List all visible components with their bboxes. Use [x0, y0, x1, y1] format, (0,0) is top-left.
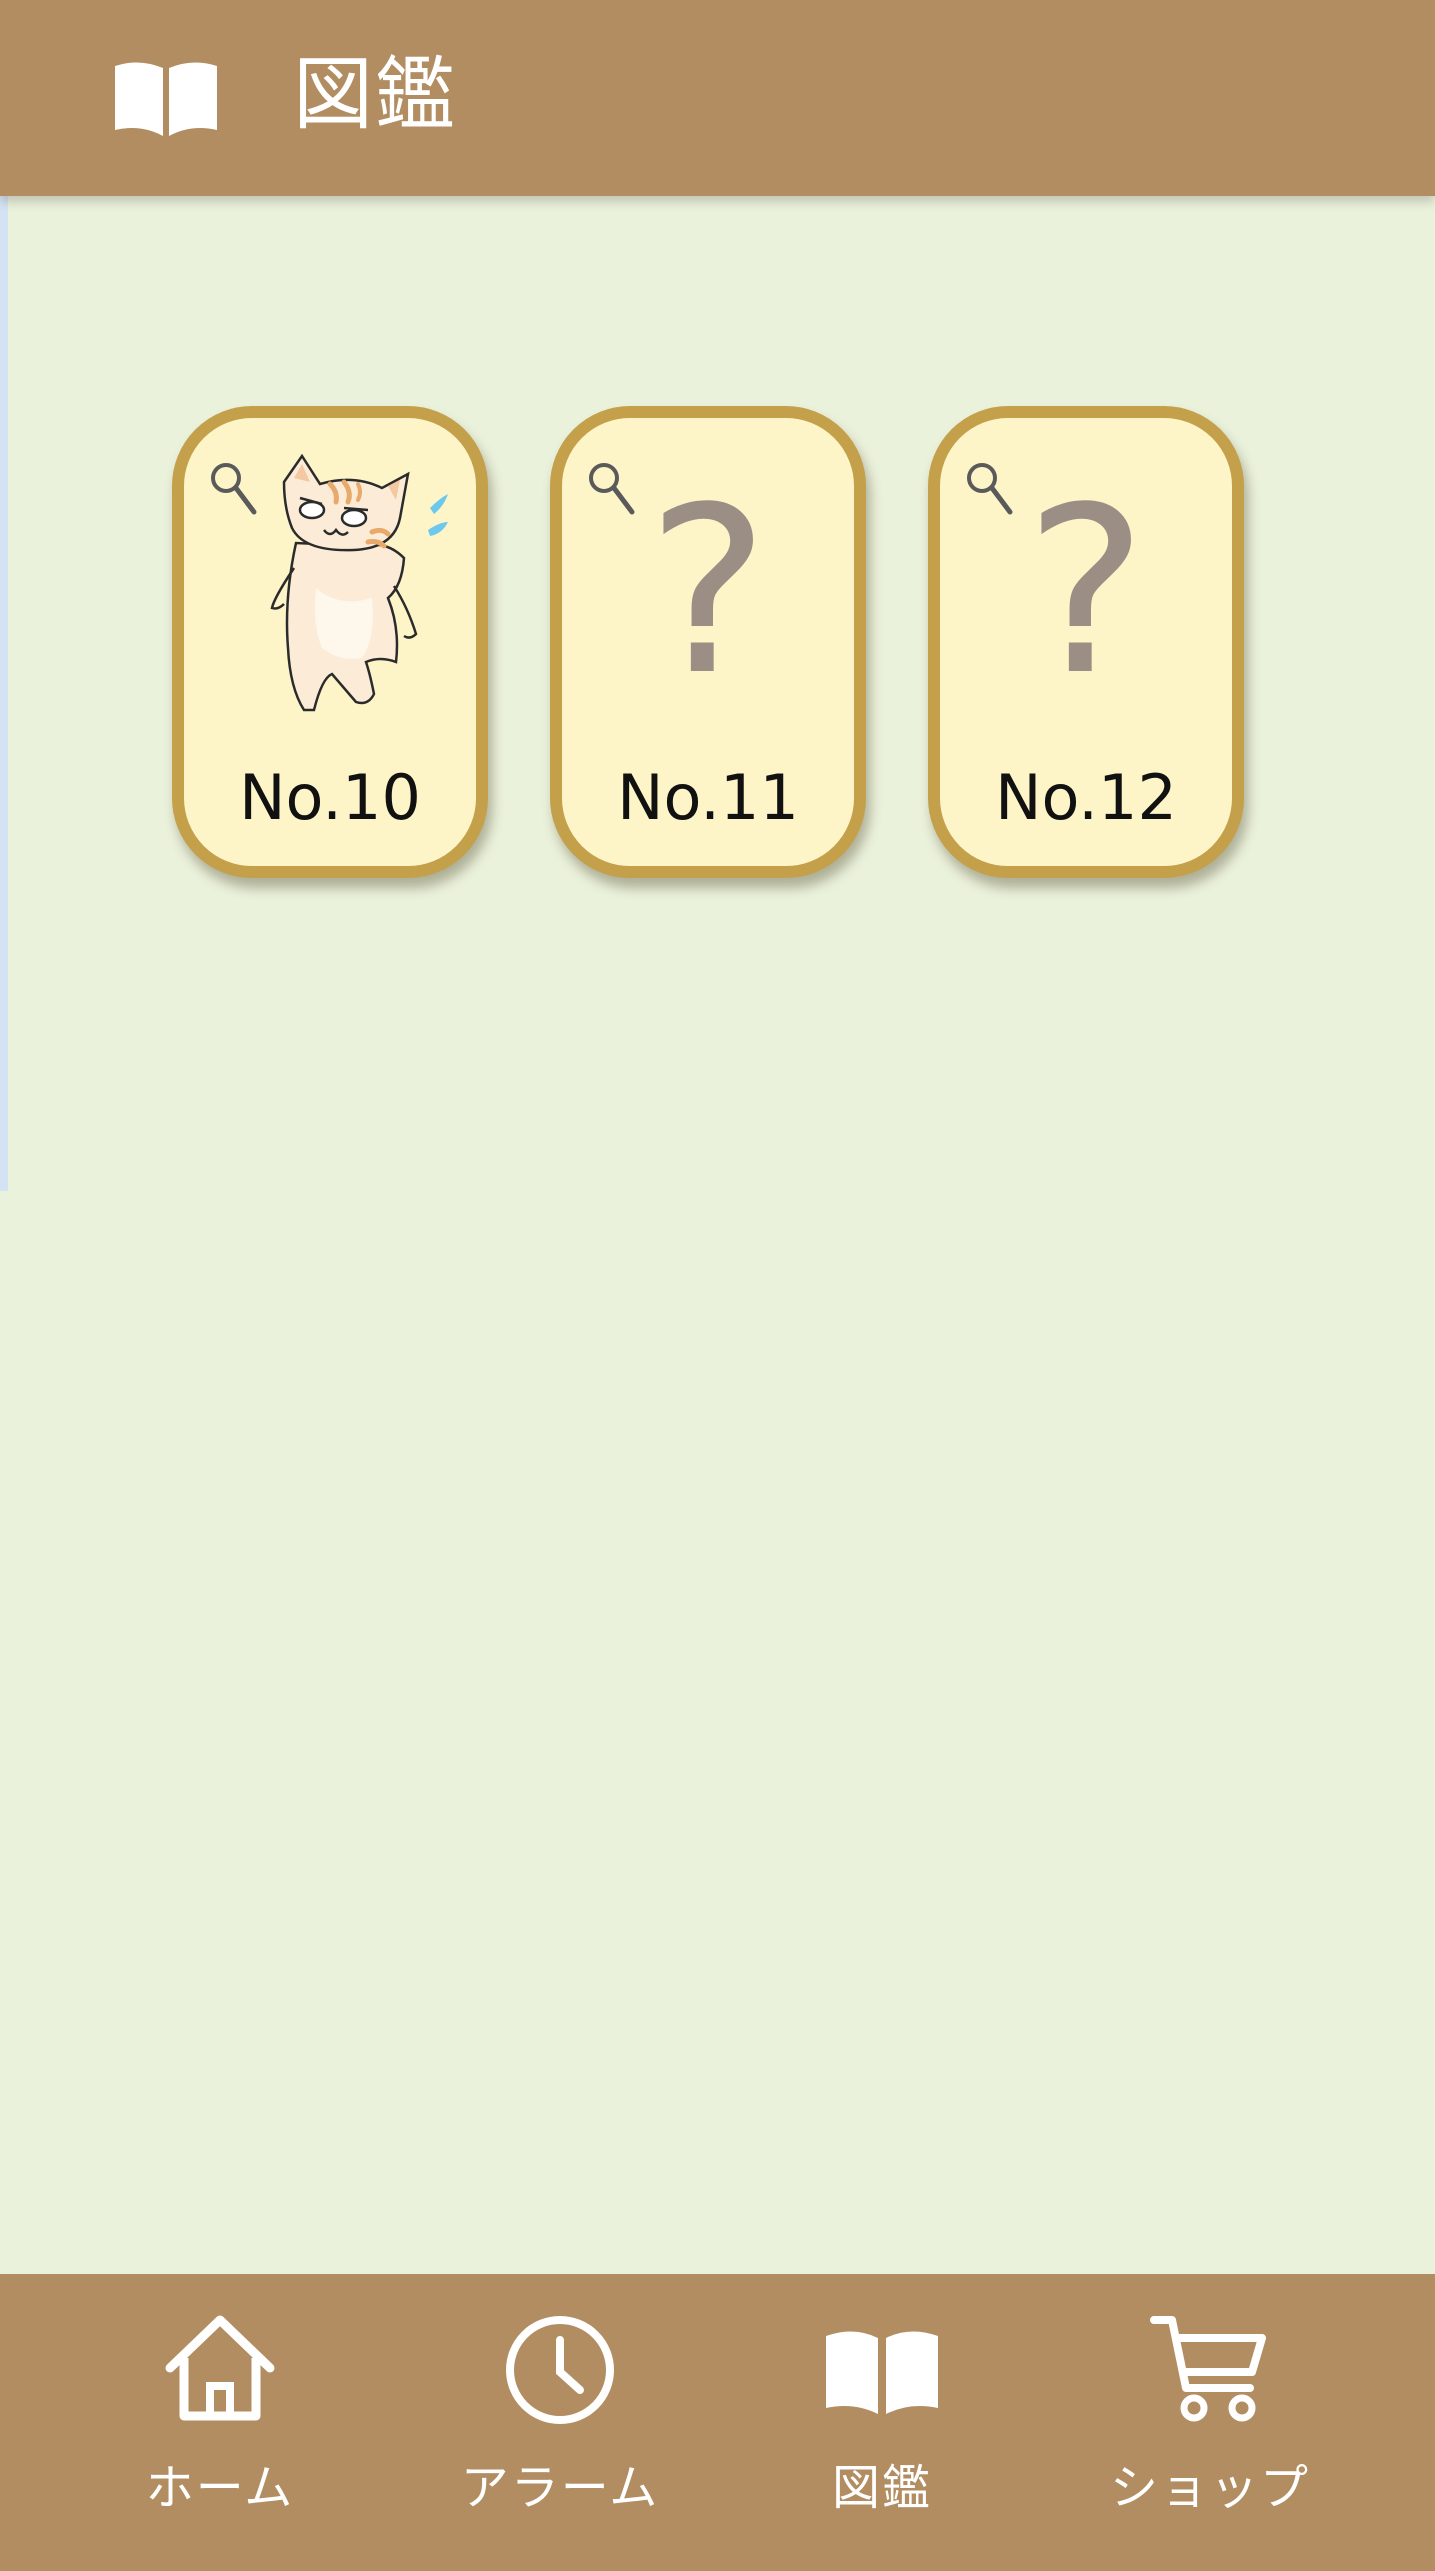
unknown-placeholder: ? — [646, 459, 770, 726]
scroll-edge-indicator — [0, 196, 8, 1191]
nav-item-encyclopedia[interactable]: 図鑑 — [712, 2274, 1052, 2571]
unknown-placeholder: ? — [1024, 459, 1148, 726]
nav-label: ホーム — [145, 2460, 295, 2516]
card-no-10[interactable]: No.10 — [172, 406, 488, 878]
nav-label: ショップ — [1109, 2460, 1310, 2516]
nav-label: アラーム — [460, 2460, 660, 2516]
nav-label: 図鑑 — [831, 2460, 932, 2516]
cat-illustration — [270, 453, 448, 712]
card-number: No.12 — [995, 761, 1177, 834]
nav-item-shop[interactable]: ショップ — [1040, 2274, 1380, 2571]
bottom-navigation: ホーム アラーム 図鑑 ショップ — [0, 2274, 1435, 2571]
cart-icon — [1150, 2316, 1266, 2422]
top-app-bar: 図鑑 — [0, 0, 1435, 196]
card-no-12[interactable]: ? No.12 — [928, 406, 1244, 878]
clock-icon — [506, 2316, 614, 2424]
nav-item-home[interactable]: ホーム — [50, 2274, 390, 2571]
card-no-11[interactable]: ? No.11 — [550, 406, 866, 878]
card-number: No.11 — [617, 761, 799, 834]
card-number: No.10 — [239, 761, 421, 834]
open-book-icon — [826, 2331, 938, 2414]
open-book-icon — [115, 62, 217, 136]
page-title: 図鑑 — [293, 48, 457, 141]
nav-item-alarm[interactable]: アラーム — [390, 2274, 730, 2571]
home-icon — [165, 2315, 275, 2421]
